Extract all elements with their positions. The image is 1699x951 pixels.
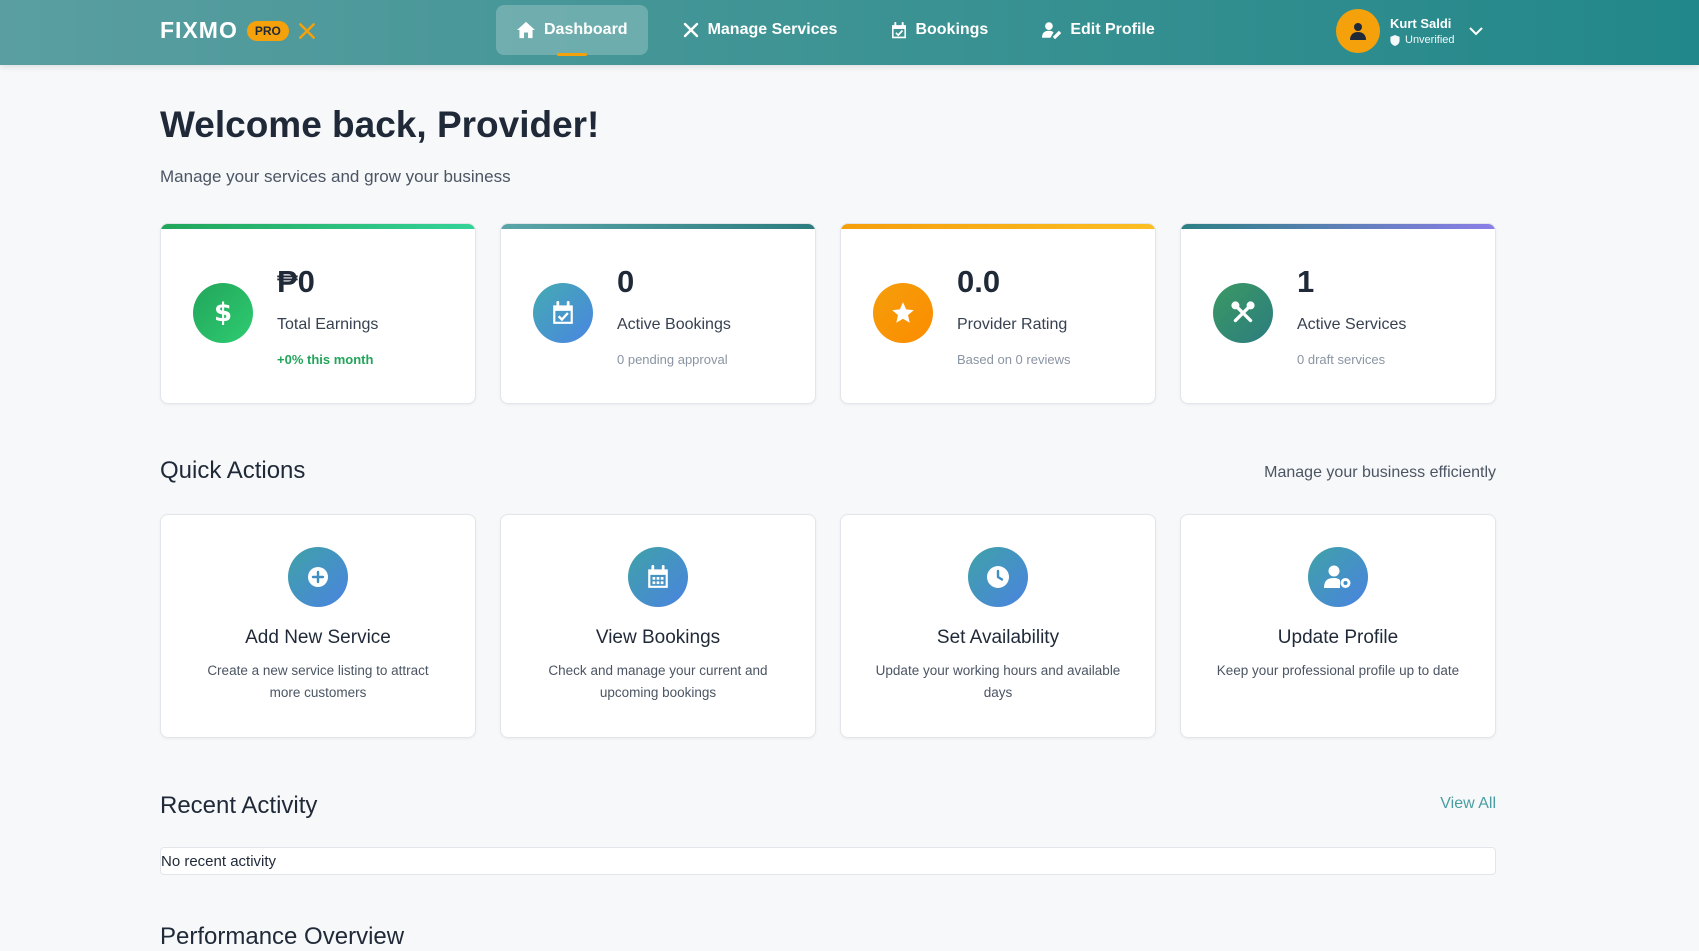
action-description: Create a new service listing to attract … bbox=[207, 663, 429, 700]
empty-state-text: No recent activity bbox=[161, 853, 277, 870]
chevron-down-icon[interactable] bbox=[1468, 26, 1483, 36]
action-add-service[interactable]: Add New Service Create a new service lis… bbox=[160, 514, 476, 738]
action-description: Keep your professional profile up to dat… bbox=[1216, 663, 1460, 678]
user-cog-icon bbox=[1308, 547, 1368, 607]
stat-card-earnings: $ ₱0 Total Earnings +0% this month bbox=[160, 223, 476, 404]
stat-meta: 0 draft services bbox=[1297, 352, 1386, 367]
nav-label: Bookings bbox=[915, 21, 989, 38]
dollar-icon: $ bbox=[193, 283, 253, 343]
user-name: Kurt Saldi bbox=[1390, 16, 1452, 31]
action-title: Add New Service bbox=[245, 627, 391, 648]
shield-icon bbox=[1390, 34, 1400, 46]
pro-badge: PRO bbox=[246, 20, 289, 41]
stat-card-bookings: 0 Active Bookings 0 pending approval bbox=[500, 223, 816, 404]
verification-status: Unverified bbox=[1390, 34, 1455, 46]
user-menu[interactable]: Kurt Saldi Unverified bbox=[1336, 9, 1483, 53]
performance-heading: Performance Overview bbox=[160, 923, 405, 950]
nav-label: Manage Services bbox=[707, 21, 838, 38]
action-title: Set Availability bbox=[936, 627, 1060, 648]
action-update-profile[interactable]: Update Profile Keep your professional pr… bbox=[1180, 514, 1496, 738]
action-title: View Bookings bbox=[595, 627, 721, 648]
nav-label: Dashboard bbox=[544, 21, 628, 38]
plus-circle-icon bbox=[288, 547, 348, 607]
stat-label: Active Services bbox=[1297, 316, 1407, 333]
stat-meta: +0% this month bbox=[277, 352, 374, 367]
calendar-grid-icon bbox=[628, 547, 688, 607]
nav-manage-services[interactable]: Manage Services bbox=[662, 5, 858, 55]
user-icon bbox=[1350, 23, 1366, 40]
nav-label: Edit Profile bbox=[1070, 21, 1155, 38]
brand-logo[interactable]: FIXMO PRO bbox=[160, 17, 317, 44]
stat-label: Active Bookings bbox=[617, 316, 731, 333]
stat-card-services: 1 Active Services 0 draft services bbox=[1180, 223, 1496, 404]
nav-dashboard[interactable]: Dashboard bbox=[496, 5, 648, 56]
stat-label: Total Earnings bbox=[277, 316, 379, 333]
quick-actions-heading: Quick Actions bbox=[160, 457, 306, 484]
star-icon bbox=[873, 283, 933, 343]
action-view-bookings[interactable]: View Bookings Check and manage your curr… bbox=[500, 514, 816, 738]
tools-icon bbox=[683, 22, 698, 38]
stat-value: 0 bbox=[617, 264, 635, 299]
tools-icon bbox=[297, 21, 317, 41]
nav-bookings[interactable]: Bookings bbox=[871, 5, 1008, 55]
user-edit-icon bbox=[1042, 22, 1062, 39]
view-all-link[interactable]: View All bbox=[1440, 795, 1496, 813]
stat-label: Provider Rating bbox=[957, 316, 1068, 333]
stat-value: ₱0 bbox=[277, 264, 315, 299]
status-text: Unverified bbox=[1405, 34, 1455, 46]
clock-icon bbox=[968, 547, 1028, 607]
tools-icon bbox=[1213, 283, 1273, 343]
stat-value: 1 bbox=[1297, 264, 1315, 299]
top-navbar: FIXMO PRO Dashboard Manage Services Book… bbox=[0, 0, 1699, 65]
brand-name: FIXMO bbox=[160, 17, 238, 43]
card-accent-bar bbox=[841, 224, 1155, 229]
action-set-availability[interactable]: Set Availability Update your working hou… bbox=[840, 514, 1156, 738]
stat-meta: Based on 0 reviews bbox=[957, 352, 1071, 367]
page-subtitle: Manage your services and grow your busin… bbox=[160, 167, 511, 186]
quick-actions-subtitle: Manage your business efficiently bbox=[1264, 464, 1496, 481]
card-accent-bar bbox=[501, 224, 815, 229]
avatar bbox=[1336, 9, 1380, 53]
action-description: Check and manage your current and upcomi… bbox=[548, 663, 768, 700]
stat-card-rating: 0.0 Provider Rating Based on 0 reviews bbox=[840, 223, 1156, 404]
card-accent-bar bbox=[1181, 224, 1495, 229]
main-nav: Dashboard Manage Services Bookings Edit … bbox=[496, 5, 1189, 56]
calendar-check-icon bbox=[533, 283, 593, 343]
nav-edit-profile[interactable]: Edit Profile bbox=[1022, 5, 1174, 55]
recent-activity-heading: Recent Activity bbox=[160, 792, 318, 819]
home-icon bbox=[517, 21, 535, 39]
action-title: Update Profile bbox=[1277, 627, 1399, 648]
card-accent-bar bbox=[161, 224, 475, 229]
page-title: Welcome back, Provider! bbox=[160, 104, 600, 145]
action-description: Update your working hours and available … bbox=[875, 663, 1121, 700]
stat-meta: 0 pending approval bbox=[617, 352, 728, 367]
recent-activity-list: No recent activity bbox=[160, 847, 1496, 875]
calendar-check-icon bbox=[892, 21, 907, 38]
stat-value: 0.0 bbox=[957, 264, 1001, 299]
